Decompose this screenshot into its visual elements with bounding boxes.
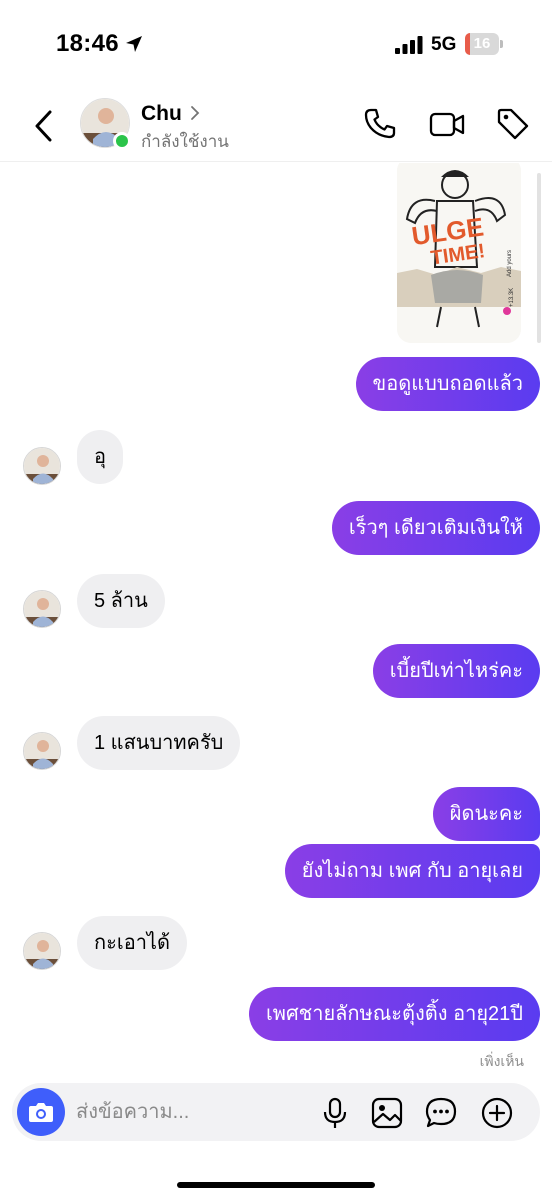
camera-icon <box>29 1103 53 1122</box>
chevron-right-icon[interactable] <box>189 104 201 122</box>
message-bubble-incoming[interactable]: กะเอาได้ <box>77 916 187 970</box>
avatar[interactable] <box>23 932 61 970</box>
plus-circle-icon[interactable] <box>480 1096 514 1130</box>
scroll-indicator <box>537 173 541 343</box>
video-camera-icon[interactable] <box>428 106 466 142</box>
message-thread[interactable]: ULGE TIME! Add yours +13.3K ขอดูแบบถอดแล… <box>0 163 552 1078</box>
message-bubble-incoming[interactable]: 5 ล้าน <box>77 574 165 628</box>
message-bubble-outgoing[interactable]: ผิดนะคะ <box>432 787 540 841</box>
chat-header: Chu กำลังใช้งาน <box>0 90 552 162</box>
home-indicator[interactable] <box>177 1182 375 1188</box>
status-bar: 18:46 5G 16 <box>0 0 552 90</box>
phone-icon[interactable] <box>362 106 398 142</box>
message-input[interactable] <box>76 1083 306 1141</box>
tag-icon[interactable] <box>495 106 531 142</box>
camera-button[interactable] <box>17 1088 65 1136</box>
battery-icon: 16 <box>465 33 503 55</box>
chat-bubble-icon[interactable] <box>424 1096 458 1130</box>
avatar[interactable] <box>23 590 61 628</box>
message-bubble-outgoing[interactable]: เบี้ยปีเท่าไหร่คะ <box>372 644 540 698</box>
add-yours-count: +13.3K <box>509 288 515 307</box>
message-bubble-outgoing[interactable]: ยังไม่ถาม เพศ กับ อายุเลย <box>284 844 540 898</box>
message-bubble-outgoing[interactable]: เร็วๆ เดียวเติมเงินให้ <box>331 501 540 555</box>
network-type: 5G <box>431 34 457 55</box>
message-bubble-incoming[interactable]: อุ <box>77 430 124 484</box>
message-composer <box>12 1083 540 1141</box>
online-status-dot <box>113 132 131 150</box>
shared-story-image[interactable]: ULGE TIME! Add yours +13.3K <box>397 163 521 343</box>
status-time: 18:46 <box>56 30 119 57</box>
message-bubble-outgoing[interactable]: เพศชายลักษณะตุ้งติ้ง อายุ21ปี <box>248 987 540 1041</box>
add-yours-caption: Add yours <box>507 250 513 277</box>
avatar[interactable] <box>23 732 61 770</box>
seen-indicator: เพิ่งเห็น <box>479 1053 524 1069</box>
microphone-icon[interactable] <box>318 1096 352 1130</box>
battery-level: 16 <box>473 35 491 52</box>
message-bubble-outgoing[interactable]: ขอดูแบบถอดแล้ว <box>355 357 540 411</box>
signal-bars-icon <box>395 36 423 54</box>
contact-status: กำลังใช้งาน <box>141 132 229 151</box>
avatar[interactable] <box>23 447 61 485</box>
location-arrow-icon <box>126 36 142 52</box>
contact-name[interactable]: Chu <box>141 102 182 126</box>
message-bubble-incoming[interactable]: 1 แสนบาทครับ <box>77 716 241 770</box>
gallery-icon[interactable] <box>370 1096 404 1130</box>
back-chevron-icon[interactable] <box>30 108 58 144</box>
